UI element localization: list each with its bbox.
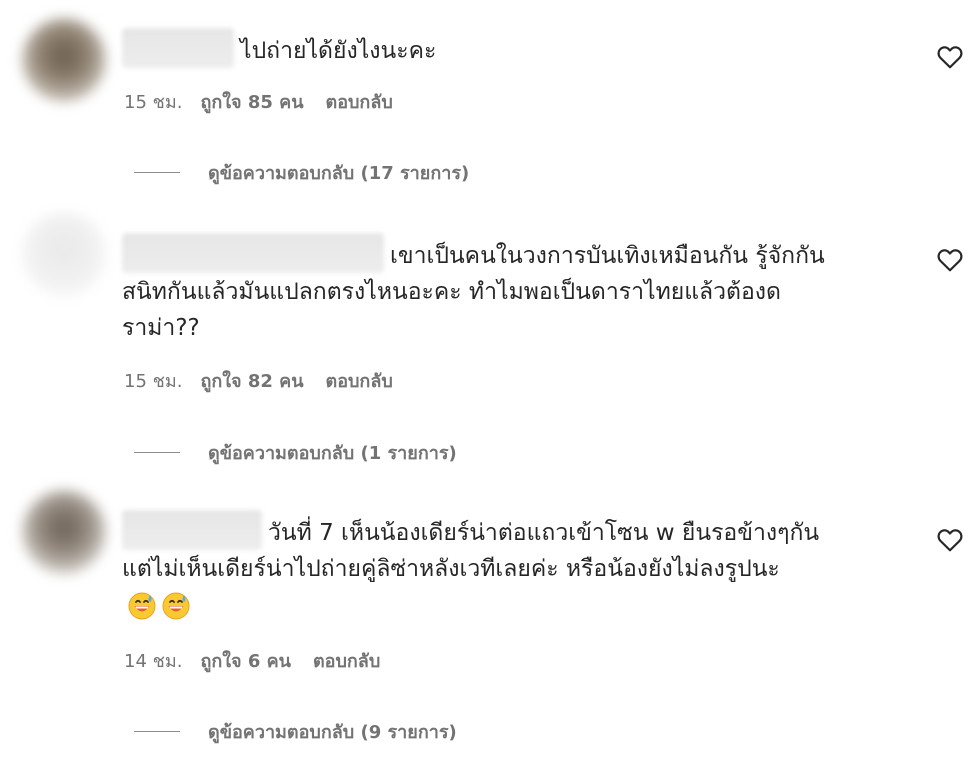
avatar[interactable] (22, 490, 106, 574)
comment-time: 15 ชม. (124, 371, 183, 392)
avatar[interactable] (22, 18, 106, 102)
view-replies-button[interactable]: ดูข้อความตอบกลับ (9 รายการ) (134, 717, 457, 746)
comment-text: ไปถ่ายได้ยังไงนะคะ (122, 28, 436, 69)
view-replies-label: ดูข้อความตอบกลับ (9 รายการ) (208, 722, 457, 743)
like-count[interactable]: ถูกใจ 85 คน (200, 92, 303, 113)
comment-text: เขาเป็นคนในวงการบันเทิงเหมือนกัน รู้จักก… (122, 233, 825, 346)
username-blurred[interactable] (122, 510, 262, 550)
view-replies-label: ดูข้อความตอบกลับ (17 รายการ) (208, 163, 470, 184)
view-replies-button[interactable]: ดูข้อความตอบกลับ (17 รายการ) (134, 158, 469, 187)
view-replies-button[interactable]: ดูข้อความตอบกลับ (1 รายการ) (134, 438, 457, 467)
comment-meta: 15 ชม. ถูกใจ 85 คน ตอบกลับ (124, 87, 393, 116)
reply-button[interactable]: ตอบกลับ (313, 651, 380, 672)
comment-body-line: แต่ไม่เห็นเดียร์น่าไปถ่ายคู่ลิซ่าหลังเวท… (122, 556, 780, 582)
divider-line (134, 172, 180, 173)
comment-text: วันที่ 7 เห็นน้องเดียร์น่าต่อแถวเข้าโซน … (122, 510, 819, 623)
like-count[interactable]: ถูกใจ 82 คน (200, 371, 303, 392)
emoji-row (122, 587, 819, 623)
avatar[interactable] (22, 212, 106, 296)
comment-meta: 14 ชม. ถูกใจ 6 คน ตอบกลับ (124, 646, 380, 675)
comment-body-line: สนิทกันแล้วมันแปลกตรงไหนอะคะ ทำไมพอเป็นด… (122, 279, 781, 305)
comment-body-line: ราม่า?? (122, 315, 200, 341)
heart-outline-icon[interactable] (937, 45, 963, 69)
view-replies-label: ดูข้อความตอบกลับ (1 รายการ) (208, 443, 457, 464)
heart-outline-icon[interactable] (937, 248, 963, 272)
comment-body-line: เขาเป็นคนในวงการบันเทิงเหมือนกัน รู้จักก… (390, 243, 825, 269)
comment-body: ไปถ่ายได้ยังไงนะคะ (240, 38, 437, 64)
heart-outline-icon[interactable] (937, 528, 963, 552)
username-blurred[interactable] (122, 28, 234, 68)
divider-line (134, 452, 180, 453)
reply-button[interactable]: ตอบกลับ (326, 92, 393, 113)
reply-button[interactable]: ตอบกลับ (326, 371, 393, 392)
username-blurred[interactable] (122, 233, 384, 273)
comment-body-line: วันที่ 7 เห็นน้องเดียร์น่าต่อแถวเข้าโซน … (268, 520, 820, 546)
divider-line (134, 731, 180, 732)
grinning-sweat-emoji (128, 592, 156, 619)
comment-time: 14 ชม. (124, 651, 183, 672)
comment-time: 15 ชม. (124, 92, 183, 113)
comment-meta: 15 ชม. ถูกใจ 82 คน ตอบกลับ (124, 366, 393, 395)
like-count[interactable]: ถูกใจ 6 คน (200, 651, 291, 672)
grinning-sweat-emoji (162, 592, 190, 619)
